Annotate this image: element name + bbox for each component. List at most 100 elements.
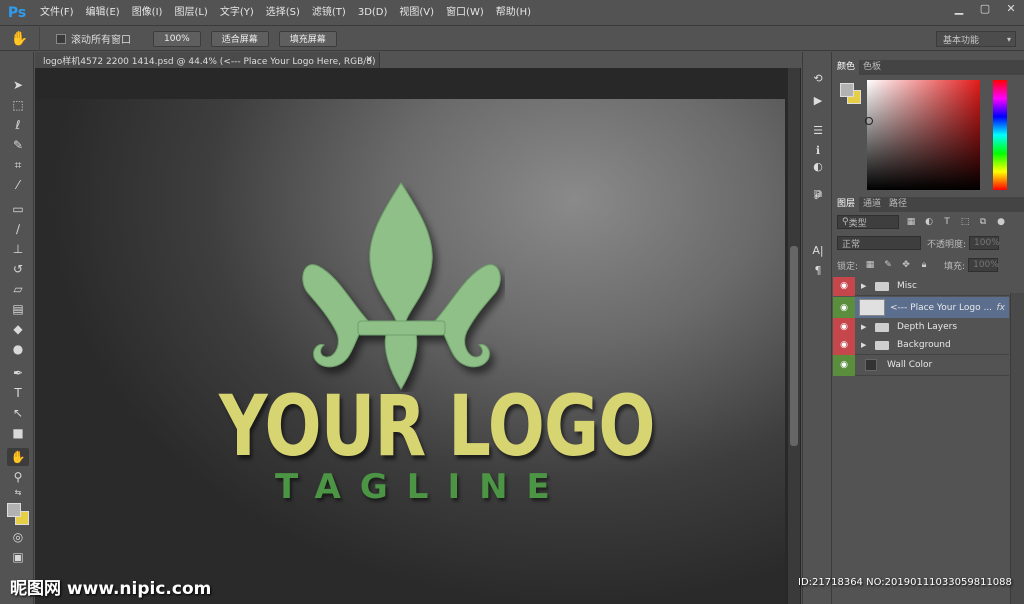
- history-brush-tool-icon[interactable]: ↺: [7, 260, 29, 278]
- healing-brush-tool-icon[interactable]: ▭: [7, 200, 29, 218]
- quick-mask-icon[interactable]: ◎: [7, 528, 29, 546]
- scrollbar-thumb[interactable]: [790, 246, 798, 446]
- character-panel-icon[interactable]: A|: [809, 242, 827, 258]
- zoom-100-button[interactable]: 100%: [153, 30, 201, 47]
- filter-shape-icon[interactable]: ⬚: [959, 216, 971, 228]
- gradient-tool-icon[interactable]: ▤: [7, 300, 29, 318]
- layer-row-depth-layers[interactable]: ◉ ▶ Depth Layers: [833, 317, 1009, 337]
- color-picker-cursor[interactable]: [865, 117, 873, 125]
- menu-image[interactable]: 图像(I): [126, 0, 169, 26]
- screen-mode-icon[interactable]: ▣: [7, 548, 29, 566]
- info-panel-icon[interactable]: ℹ: [809, 142, 827, 158]
- expand-arrow-icon[interactable]: ▶: [861, 282, 871, 290]
- menu-help[interactable]: 帮助(H): [490, 0, 537, 26]
- panel-foreground-swatch[interactable]: [840, 83, 854, 97]
- lock-position-icon[interactable]: ✥: [900, 259, 912, 271]
- document-tab[interactable]: logo样机4572 2200 1414.psd @ 44.4% (<--- P…: [35, 52, 380, 68]
- filter-type-icon[interactable]: T: [941, 216, 953, 228]
- scroll-all-checkbox[interactable]: [56, 33, 66, 44]
- quick-select-tool-icon[interactable]: ✎: [7, 136, 29, 154]
- type-tool-icon[interactable]: T: [7, 384, 29, 402]
- visibility-eye-icon[interactable]: ◉: [833, 317, 855, 337]
- close-tab-icon[interactable]: ✕: [365, 55, 373, 65]
- pen-tool-icon[interactable]: ✒: [7, 364, 29, 382]
- move-tool-icon[interactable]: ➤: [7, 76, 29, 94]
- marquee-tool-icon[interactable]: ⬚: [7, 96, 29, 114]
- close-icon[interactable]: ✕: [998, 0, 1024, 16]
- menu-window[interactable]: 窗口(W): [440, 0, 490, 26]
- clone-stamp-tool-icon[interactable]: ⊥: [7, 240, 29, 258]
- fill-label: 填充:: [944, 261, 966, 272]
- options-bar: ✋ 滚动所有窗口 100% 适合屏幕 填充屏幕 基本功能 ▾: [0, 26, 1024, 51]
- layer-row-misc[interactable]: ◉ ▶ Misc: [833, 276, 1009, 296]
- filter-pixel-icon[interactable]: ▦: [905, 216, 917, 228]
- brush-presets-icon[interactable]: ✐: [809, 188, 827, 204]
- menu-filter[interactable]: 滤镜(T): [306, 0, 352, 26]
- lock-all-icon[interactable]: 🔒︎: [918, 259, 930, 271]
- menu-layer[interactable]: 图层(L): [168, 0, 213, 26]
- actions-panel-icon[interactable]: ▶: [809, 92, 827, 108]
- menu-select[interactable]: 选择(S): [260, 0, 306, 26]
- fill-input[interactable]: 100%: [968, 258, 999, 272]
- crop-tool-icon[interactable]: ⌗: [7, 156, 29, 174]
- foreground-color-swatch[interactable]: [7, 503, 21, 517]
- layer-row-wall-color[interactable]: ◉ Wall Color: [833, 354, 1009, 376]
- lock-pixels-icon[interactable]: ✎: [882, 259, 894, 271]
- scroll-all-windows-option[interactable]: 滚动所有窗口: [56, 31, 131, 46]
- eyedropper-tool-icon[interactable]: ⁄: [7, 176, 29, 194]
- workspace-select[interactable]: 基本功能 ▾: [936, 31, 1016, 47]
- properties-panel-icon[interactable]: ☰: [809, 122, 827, 138]
- visibility-eye-icon[interactable]: ◉: [833, 335, 855, 355]
- minimize-icon[interactable]: ▁: [946, 0, 972, 16]
- fill-screen-button[interactable]: 填充屏幕: [278, 30, 337, 47]
- layer-effects-icon[interactable]: fx: [997, 303, 1006, 313]
- tab-channels[interactable]: 通道: [859, 197, 885, 212]
- path-select-tool-icon[interactable]: ↖: [7, 404, 29, 422]
- hue-slider[interactable]: [993, 80, 1007, 190]
- expand-arrow-icon[interactable]: ▶: [861, 341, 871, 349]
- brush-tool-icon[interactable]: ∕: [7, 220, 29, 238]
- blend-mode-select[interactable]: 正常: [837, 236, 921, 250]
- lasso-tool-icon[interactable]: ℓ: [7, 116, 29, 134]
- tab-layers[interactable]: 图层: [833, 197, 860, 212]
- menu-edit[interactable]: 编辑(E): [80, 0, 126, 26]
- layer-row-place-logo[interactable]: ◉ <--- Place Your Logo ... fx: [833, 296, 1009, 319]
- filter-smart-object-icon[interactable]: ⧉: [977, 216, 989, 228]
- visibility-eye-icon[interactable]: ◉: [833, 276, 855, 296]
- hand-tool-preset-icon[interactable]: ✋: [0, 26, 40, 51]
- fit-screen-button[interactable]: 适合屏幕: [210, 30, 269, 47]
- paragraph-panel-icon[interactable]: ¶: [809, 262, 827, 278]
- history-panel-icon[interactable]: ⟲: [809, 70, 827, 86]
- lock-transparent-icon[interactable]: ▦: [864, 259, 876, 271]
- blur-tool-icon[interactable]: ◆: [7, 320, 29, 338]
- filter-adjustment-icon[interactable]: ◐: [923, 216, 935, 228]
- hand-tool-icon[interactable]: ✋: [7, 448, 29, 466]
- zoom-tool-icon[interactable]: ⚲: [7, 468, 29, 486]
- menu-3d[interactable]: 3D(D): [352, 0, 394, 26]
- menu-type[interactable]: 文字(Y): [214, 0, 260, 26]
- rectangle-tool-icon[interactable]: ■: [7, 424, 29, 442]
- opacity-input[interactable]: 100%: [969, 236, 1000, 250]
- tab-paths[interactable]: 路径: [885, 197, 911, 212]
- menu-file[interactable]: 文件(F): [34, 0, 80, 26]
- layer-row-background[interactable]: ◉ ▶ Background: [833, 335, 1009, 355]
- workspace-label: 基本功能: [943, 35, 980, 46]
- visibility-eye-icon[interactable]: ◉: [833, 354, 855, 376]
- color-picker-field[interactable]: [867, 80, 980, 190]
- tab-swatches[interactable]: 色板: [859, 60, 885, 75]
- visibility-eye-icon[interactable]: ◉: [833, 296, 855, 319]
- vertical-scrollbar[interactable]: [788, 68, 800, 604]
- folder-icon: [875, 340, 889, 350]
- swap-colors-icon[interactable]: ⇆: [7, 486, 29, 498]
- tab-color[interactable]: 颜色: [833, 60, 860, 75]
- layer-filter-select[interactable]: ⚲ 类型: [837, 215, 899, 229]
- menu-view[interactable]: 视图(V): [393, 0, 440, 26]
- canvas-area[interactable]: YOUR LOGO TAGLINE: [35, 68, 801, 604]
- dodge-tool-icon[interactable]: ●: [7, 340, 29, 358]
- adjustments-panel-icon[interactable]: ◐: [809, 158, 827, 174]
- layers-scrollbar[interactable]: [1010, 293, 1024, 604]
- maximize-icon[interactable]: ▢: [972, 0, 998, 16]
- eraser-tool-icon[interactable]: ▱: [7, 280, 29, 298]
- filter-toggle-icon[interactable]: ●: [995, 216, 1007, 228]
- expand-arrow-icon[interactable]: ▶: [861, 323, 871, 331]
